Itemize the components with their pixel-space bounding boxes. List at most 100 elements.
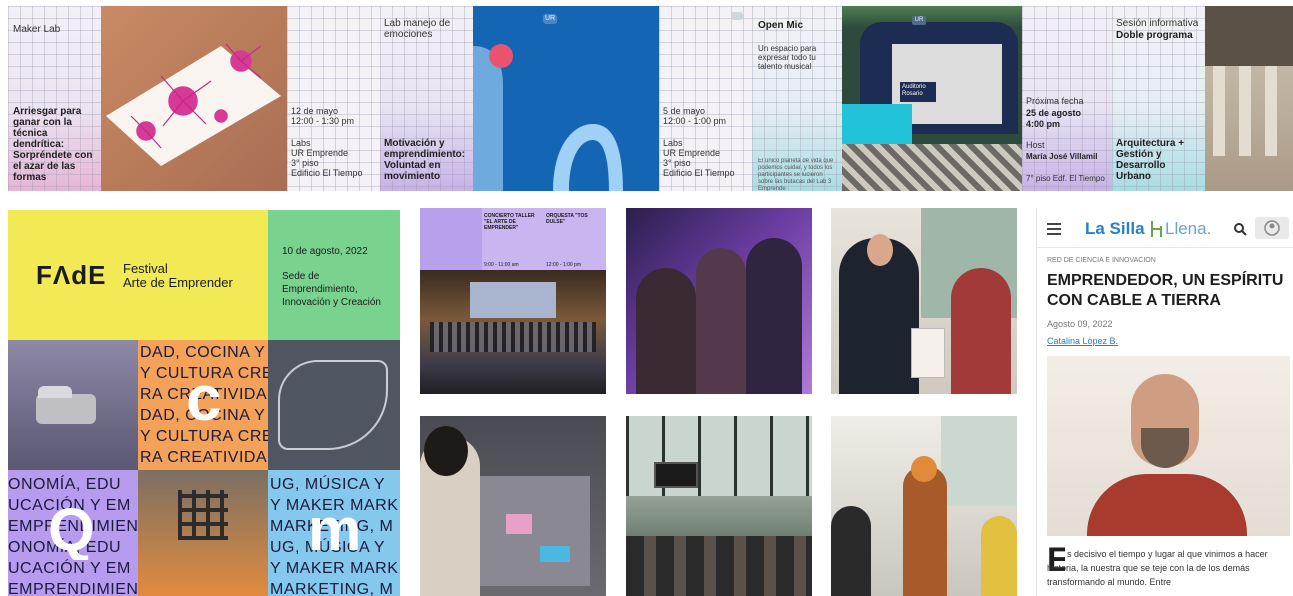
- event-place: 3° piso: [291, 158, 319, 168]
- exhibitor-photo: [831, 208, 1017, 394]
- card-title: Open Mic: [758, 20, 804, 31]
- blue-abstract-graphic: UR: [473, 6, 659, 191]
- concert-col2: ORQUESTA "TOS DULSE": [546, 213, 588, 225]
- article-header: La Silla Llena.: [1037, 208, 1293, 248]
- sesion-info: Próxima fecha 25 de agosto 4:00 pm Host …: [1022, 6, 1112, 191]
- person: [746, 238, 802, 394]
- word-row: UG, MÚSICA Y: [270, 476, 386, 493]
- poster-text-block: DAD, COCINA Y Y CULTURA CRE RA CREATIVID…: [138, 340, 268, 470]
- orchestra: [430, 322, 596, 352]
- tiled-floor: [842, 144, 1022, 191]
- event-place: Edificio El Tiempo: [663, 168, 735, 178]
- event-date: 5 de mayo: [663, 106, 706, 116]
- card-title: Arquitectura + Gestión y Desarrollo Urba…: [1116, 138, 1185, 182]
- article-author[interactable]: Catalina López B.: [1047, 336, 1118, 346]
- article-date: Agosto 09, 2022: [1047, 319, 1113, 329]
- card-footnote: El único planeta de vida que podemos cui…: [758, 158, 834, 191]
- article-card[interactable]: La Silla Llena. RED DE CIENCIA E INNOVAC…: [1036, 208, 1293, 596]
- woman: [951, 268, 1011, 394]
- cable: [278, 360, 388, 450]
- word-row: Y MAKER MARK: [270, 560, 399, 577]
- poster-text-block: ONOMÍA, EDU UCACIÓN Y EM EMPRENDIMIEN ON…: [8, 470, 138, 596]
- big-letter: c: [186, 368, 222, 428]
- stage-screen: [470, 282, 556, 318]
- event-place: UR Emprende: [663, 148, 721, 158]
- dendritic-art-illustration: [106, 43, 281, 166]
- card-title: Motivación y emprendimiento: Voluntad en…: [384, 138, 466, 182]
- concert-card[interactable]: CONCIERTO TALLER "EL ARTE DE EMPRENDER" …: [420, 208, 606, 394]
- book-stand: [911, 328, 945, 378]
- top-strip: Maker Lab Arriesgar para ganar con la té…: [0, 6, 1293, 191]
- poster-header: FΛdE Festival Arte de Emprender: [8, 210, 268, 340]
- card-label: Maker Lab: [13, 24, 61, 35]
- event-place: Labs: [291, 138, 311, 148]
- person: [636, 268, 696, 394]
- tin-can: [36, 394, 96, 424]
- info-label: Próxima fecha: [1026, 96, 1084, 106]
- card-description: Un espacio para expresar todo tu talento…: [758, 44, 817, 71]
- workshop-photo: [420, 416, 606, 596]
- man-face: [867, 234, 893, 266]
- word-row: ONOMÍA, EDU: [8, 476, 122, 493]
- person-hair: [424, 426, 468, 476]
- word-row: EMPRENDIMIEN: [8, 581, 138, 596]
- festival-date: 10 de agosto, 2022: [282, 246, 368, 257]
- article-body: s decisivo el tiempo y lugar al que vini…: [1047, 549, 1268, 587]
- tin-can-top: [38, 386, 72, 398]
- festival-line1: Festival: [123, 261, 168, 276]
- author-photo: [1047, 356, 1290, 536]
- festival-line2: Arte de Emprender: [123, 275, 233, 290]
- sesion-card[interactable]: Sesión informativa Doble programa Arquit…: [1112, 6, 1205, 191]
- lab-emociones-card[interactable]: Lab manejo de emociones Motivación y emp…: [380, 6, 473, 191]
- blue-piano: [842, 104, 912, 144]
- auditorium-sign: Auditorio Rosario: [900, 82, 936, 102]
- event-time: 12:00 - 1:00 pm: [663, 116, 727, 126]
- menu-icon[interactable]: [1047, 223, 1061, 235]
- grid-object: [178, 490, 228, 540]
- person: [696, 248, 746, 394]
- chair-icon: [731, 12, 743, 20]
- event-place: Edificio El Tiempo: [291, 168, 363, 178]
- ceiling: [1205, 6, 1293, 66]
- site-logo[interactable]: La Silla: [1085, 219, 1145, 239]
- stage: [420, 270, 606, 394]
- screen: [654, 462, 698, 488]
- portrait-shirt: [1087, 474, 1247, 536]
- performer-head: [911, 456, 937, 482]
- word-row: RA CREATIVIDAD: [140, 449, 268, 466]
- card-title: Arriesgar para ganar con la técnica dend…: [13, 106, 93, 183]
- maker-lab-card[interactable]: Maker Lab Arriesgar para ganar con la té…: [8, 6, 101, 191]
- word-row: UCACIÓN Y EM: [8, 560, 131, 577]
- column: [1239, 66, 1251, 156]
- article-section[interactable]: RED DE CIENCIA E INNOVACIÓN: [1047, 257, 1156, 264]
- fade-poster[interactable]: FΛdE Festival Arte de Emprender 10 de ag…: [8, 210, 400, 596]
- poster-info: 10 de agosto, 2022 Sede de Emprendimient…: [268, 210, 400, 340]
- article-headline: EMPRENDEDOR, UN ESPÍRITU CON CABLE A TIE…: [1047, 272, 1284, 309]
- open-mic-info: 5 de mayo 12:00 - 1:00 pm Labs UR Empren…: [659, 6, 752, 191]
- auditorium-photo: UR Auditorio Rosario: [842, 6, 1022, 191]
- fade-logo: FΛdE: [36, 260, 107, 290]
- column: [1213, 66, 1225, 156]
- chair-icon: [1149, 220, 1163, 238]
- card-subtitle: Doble programa: [1116, 30, 1193, 41]
- abstract-shapes: [473, 44, 623, 191]
- column: [1265, 66, 1277, 156]
- event-date: 25 de agosto: [1026, 108, 1082, 118]
- site-logo-sub: Llena.: [1165, 219, 1212, 238]
- lab-emociones-info: 12 de mayo 12:00 - 1:30 pm Labs UR Empre…: [287, 6, 380, 191]
- open-mic-card[interactable]: Open Mic Un espacio para expresar todo t…: [752, 6, 842, 191]
- ur-badge: UR: [912, 16, 926, 25]
- big-letter: Q: [48, 500, 95, 560]
- card-label: Sesión informativa: [1116, 18, 1199, 29]
- event-time: 12:00 - 1:30 pm: [291, 116, 355, 126]
- sculpture-photo: [8, 340, 138, 470]
- event-place: Labs: [663, 138, 683, 148]
- search-icon[interactable]: [1233, 222, 1247, 236]
- spectator: [981, 516, 1017, 596]
- craft-item: [540, 546, 570, 562]
- word-row: Y CULTURA CRE: [140, 428, 268, 445]
- performer-photo: [831, 416, 1017, 596]
- performer: [903, 466, 947, 596]
- concert-time2: 12:00 - 1:00 pm: [546, 262, 582, 268]
- user-icon[interactable]: [1255, 217, 1289, 239]
